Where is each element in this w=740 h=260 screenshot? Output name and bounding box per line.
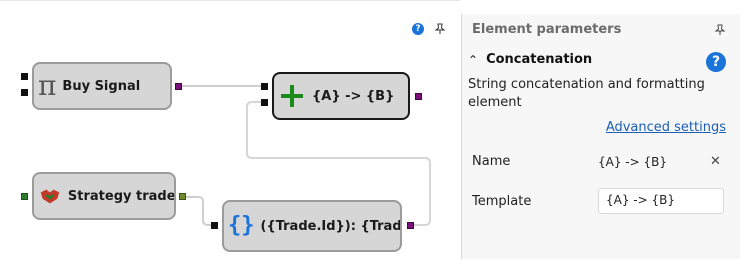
node-buy-signal[interactable]: π Buy Signal (32, 62, 172, 110)
node-formatting[interactable]: {} ({Trade.Id}): {Trade... (222, 200, 402, 252)
node-strategy-trades[interactable]: Strategy trades (32, 172, 176, 220)
output-port[interactable] (407, 222, 414, 229)
name-row: Name {A} -> {B} (472, 154, 667, 169)
section-title: Concatenation (486, 52, 593, 67)
panel-title: Element parameters (472, 22, 622, 37)
pi-icon: π (38, 69, 57, 102)
clear-icon[interactable]: ✕ (710, 154, 721, 169)
input-port[interactable] (261, 99, 268, 106)
section-header[interactable]: ⌃ Concatenation (468, 52, 592, 67)
output-port[interactable] (175, 83, 182, 90)
node-label: {A} -> {B} (312, 88, 395, 104)
input-port[interactable] (21, 73, 28, 80)
element-parameters-panel: Element parameters ⌃ Concatenation ? Str… (462, 14, 740, 259)
handshake-icon (40, 189, 60, 204)
input-port[interactable] (211, 222, 218, 229)
template-row: Template {A} -> {B} (472, 188, 724, 214)
canvas-toolbar: ? (412, 23, 446, 35)
name-value[interactable]: {A} -> {B} (598, 155, 667, 169)
braces-icon: {} (228, 213, 255, 238)
node-label: ({Trade.Id}): {Trade... (260, 218, 401, 234)
pin-icon[interactable] (714, 24, 726, 36)
diagram-canvas[interactable]: π Buy Signal {A} -> {B} Strategy trades … (0, 0, 460, 259)
node-label: Buy Signal (62, 78, 141, 94)
chevron-up-icon[interactable]: ⌃ (468, 53, 478, 67)
template-label: Template (472, 193, 532, 209)
name-label: Name (472, 154, 511, 169)
advanced-settings-link[interactable]: Advanced settings (606, 120, 726, 135)
input-port[interactable] (21, 89, 28, 96)
template-input[interactable]: {A} -> {B} (598, 188, 724, 214)
help-icon[interactable]: ? (412, 23, 424, 35)
output-port[interactable] (415, 93, 422, 100)
output-port[interactable] (179, 193, 186, 200)
pin-icon[interactable] (434, 23, 446, 35)
help-icon[interactable]: ? (706, 52, 726, 72)
input-port[interactable] (21, 193, 28, 200)
input-port[interactable] (261, 83, 268, 90)
section-description: String concatenation and formatting elem… (468, 77, 705, 110)
node-concatenation[interactable]: {A} -> {B} (272, 72, 410, 120)
plus-icon (281, 85, 303, 107)
node-label: Strategy trades (67, 188, 174, 204)
